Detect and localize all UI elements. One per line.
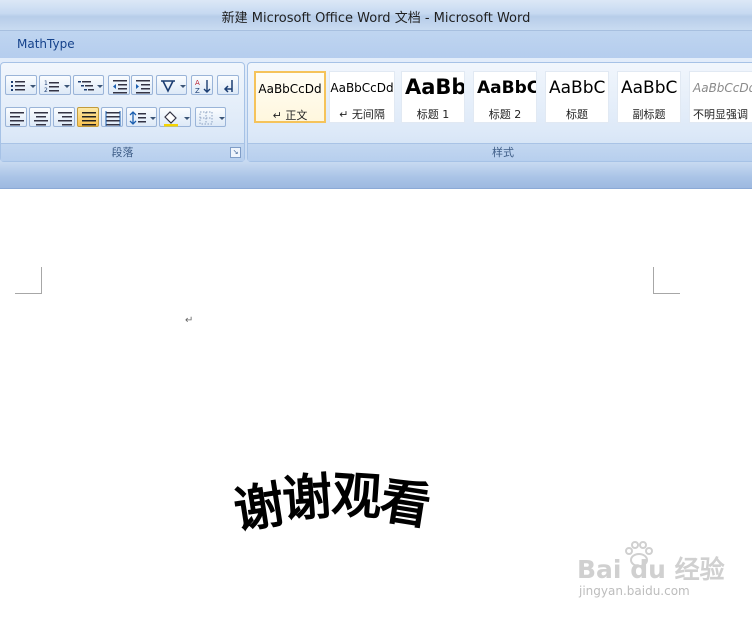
- wordart-char: 谢: [280, 467, 335, 529]
- multilevel-list-button[interactable]: [73, 75, 104, 95]
- increase-indent-icon: [136, 80, 150, 94]
- style-sample: AaBbC: [549, 78, 606, 98]
- style-name: 标题: [566, 108, 588, 121]
- dialog-launcher-icon[interactable]: ↘: [230, 147, 241, 158]
- increase-indent-button[interactable]: [131, 75, 153, 95]
- bullets-icon: [11, 81, 36, 91]
- show-hide-marks-button[interactable]: [217, 75, 239, 95]
- styles-group-label: 样式: [248, 143, 752, 161]
- decrease-indent-button[interactable]: [108, 75, 130, 95]
- bullets-button[interactable]: [5, 75, 37, 95]
- align-left-button[interactable]: [5, 107, 27, 127]
- decrease-indent-icon: [113, 80, 127, 94]
- style-name: 标题 2: [488, 108, 522, 121]
- style-sample: AaBbC: [477, 78, 537, 98]
- watermark-main: Bai du 经验: [577, 555, 725, 584]
- distributed-icon: [105, 111, 121, 126]
- align-right-button[interactable]: [53, 107, 75, 127]
- justify-icon: [82, 112, 96, 126]
- style-sample: AaBbCcDd: [258, 82, 322, 96]
- wordart-text[interactable]: 谢谢观看: [230, 458, 435, 540]
- ribbon-bottom-edge: [0, 162, 752, 189]
- wordart-char: 看: [376, 471, 435, 537]
- style-subtle-emphasis[interactable]: AaBbCcDd 不明显强调: [689, 71, 752, 123]
- svg-text:Z: Z: [195, 87, 200, 95]
- style-name: ↵ 正文: [272, 109, 308, 122]
- align-left-icon: [10, 112, 24, 126]
- paragraph-group-label: 段落: [1, 143, 244, 161]
- window-title: 新建 Microsoft Office Word 文档 - Microsoft …: [221, 11, 531, 26]
- style-sample: AaBbCcDd: [330, 81, 394, 95]
- svg-text:2: 2: [44, 87, 48, 94]
- align-right-icon: [58, 112, 72, 126]
- borders-icon: [199, 111, 225, 125]
- watermark-sub: jingyan.baidu.com: [579, 584, 690, 598]
- wordart-char: 观: [329, 465, 384, 527]
- margin-corner-left: [15, 267, 42, 294]
- paragraph-mark: ↵: [185, 315, 194, 326]
- chinese-layout-icon: [161, 80, 186, 93]
- baidu-watermark: Bai du 经验 jingyan.baidu.com: [577, 540, 747, 615]
- chinese-layout-button[interactable]: [156, 75, 187, 95]
- align-center-button[interactable]: [29, 107, 51, 127]
- style-name: 不明显强调: [693, 108, 748, 121]
- borders-button[interactable]: [195, 107, 226, 127]
- sort-icon: A Z: [195, 79, 211, 95]
- style-name: 副标题: [632, 108, 666, 121]
- tab-mathtype[interactable]: MathType: [11, 35, 81, 54]
- style-subtitle[interactable]: AaBbC 副标题: [617, 71, 681, 123]
- margin-corner-right: [653, 267, 680, 294]
- style-heading-1[interactable]: AaBb 标题 1: [401, 71, 465, 123]
- paragraph-group: 1 2 A Z 段落 ↘: [0, 62, 245, 162]
- ribbon: 1 2 A Z 段落 ↘ AaBbCcDd ↵ 正文 AaBbCcDd ↵ 无间…: [0, 58, 752, 162]
- style-sample: AaBbCcDd: [693, 81, 752, 95]
- svg-text:A: A: [195, 79, 200, 87]
- style-sample: AaBb: [405, 75, 465, 99]
- justify-button[interactable]: [77, 107, 99, 127]
- style-title[interactable]: AaBbC 标题: [545, 71, 609, 123]
- ribbon-tab-row: MathType: [0, 31, 752, 58]
- line-spacing-icon: [129, 111, 156, 125]
- style-name: ↵ 无间隔: [339, 108, 385, 121]
- numbering-button[interactable]: 1 2: [39, 75, 71, 95]
- title-bar: 新建 Microsoft Office Word 文档 - Microsoft …: [0, 0, 752, 31]
- line-spacing-button[interactable]: [126, 107, 157, 127]
- multilevel-list-icon: [78, 81, 103, 91]
- style-name: 标题 1: [416, 108, 450, 121]
- distributed-button[interactable]: [101, 107, 123, 127]
- shading-button[interactable]: [159, 107, 191, 127]
- style-no-spacing[interactable]: AaBbCcDd ↵ 无间隔: [329, 71, 395, 123]
- style-sample: AaBbC: [621, 78, 678, 98]
- styles-group: AaBbCcDd ↵ 正文 AaBbCcDd ↵ 无间隔 AaBb 标题 1 A…: [247, 62, 752, 162]
- style-normal[interactable]: AaBbCcDd ↵ 正文: [254, 71, 326, 123]
- align-center-icon: [34, 112, 48, 126]
- paint-bucket-icon: [164, 111, 190, 127]
- numbering-icon: 1 2: [44, 80, 70, 94]
- paragraph-mark-icon: [223, 80, 233, 93]
- style-heading-2[interactable]: AaBbC 标题 2: [473, 71, 537, 123]
- sort-button[interactable]: A Z: [191, 75, 213, 95]
- svg-text:1: 1: [44, 80, 48, 87]
